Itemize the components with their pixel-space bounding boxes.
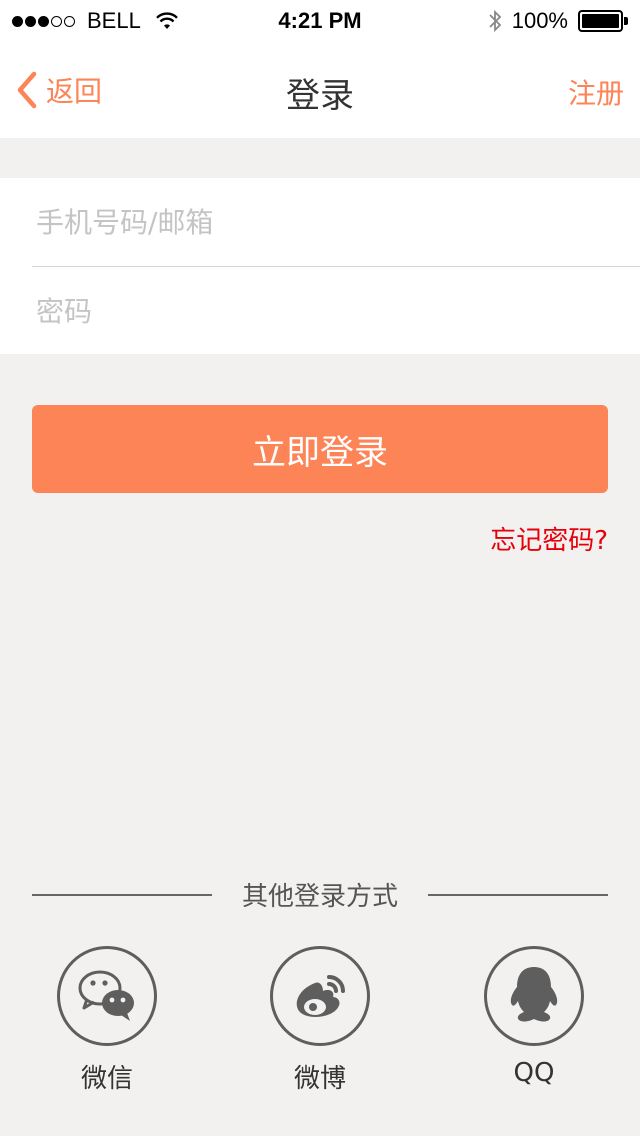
weibo-label: 微博 (293, 1064, 346, 1094)
qq-icon (510, 967, 558, 1022)
other-login-title: 其他登录方式 (241, 882, 398, 912)
weibo-icon (296, 975, 345, 1017)
login-button[interactable]: 立即登录 (32, 405, 608, 493)
status-bar: BELL 4:21 PM 100% (0, 0, 640, 40)
login-form (0, 178, 640, 355)
status-right: 100% (488, 8, 628, 34)
weibo-icon-circle (270, 946, 370, 1046)
qq-login-button[interactable]: QQ (482, 946, 586, 1088)
password-input[interactable] (32, 267, 640, 355)
wechat-login-button[interactable]: 微信 (55, 946, 159, 1095)
weibo-login-button[interactable]: 微博 (268, 946, 372, 1095)
register-button[interactable]: 注册 (568, 72, 624, 112)
qq-label: QQ (513, 1058, 555, 1088)
battery-icon (578, 10, 628, 32)
bluetooth-icon (489, 9, 501, 33)
phone-email-input[interactable] (32, 178, 640, 266)
wechat-icon (78, 970, 134, 1021)
page-title: 登录 (286, 76, 354, 116)
battery-percent: 100% (511, 8, 568, 33)
wechat-label: 微信 (80, 1064, 133, 1094)
qq-icon-circle (484, 946, 584, 1046)
divider-right (428, 894, 608, 896)
forgot-password-link[interactable]: 忘记密码? (490, 520, 608, 557)
divider-left (32, 894, 212, 896)
wechat-icon-circle (57, 946, 157, 1046)
nav-bar: 返回 登录 注册 (0, 40, 640, 138)
